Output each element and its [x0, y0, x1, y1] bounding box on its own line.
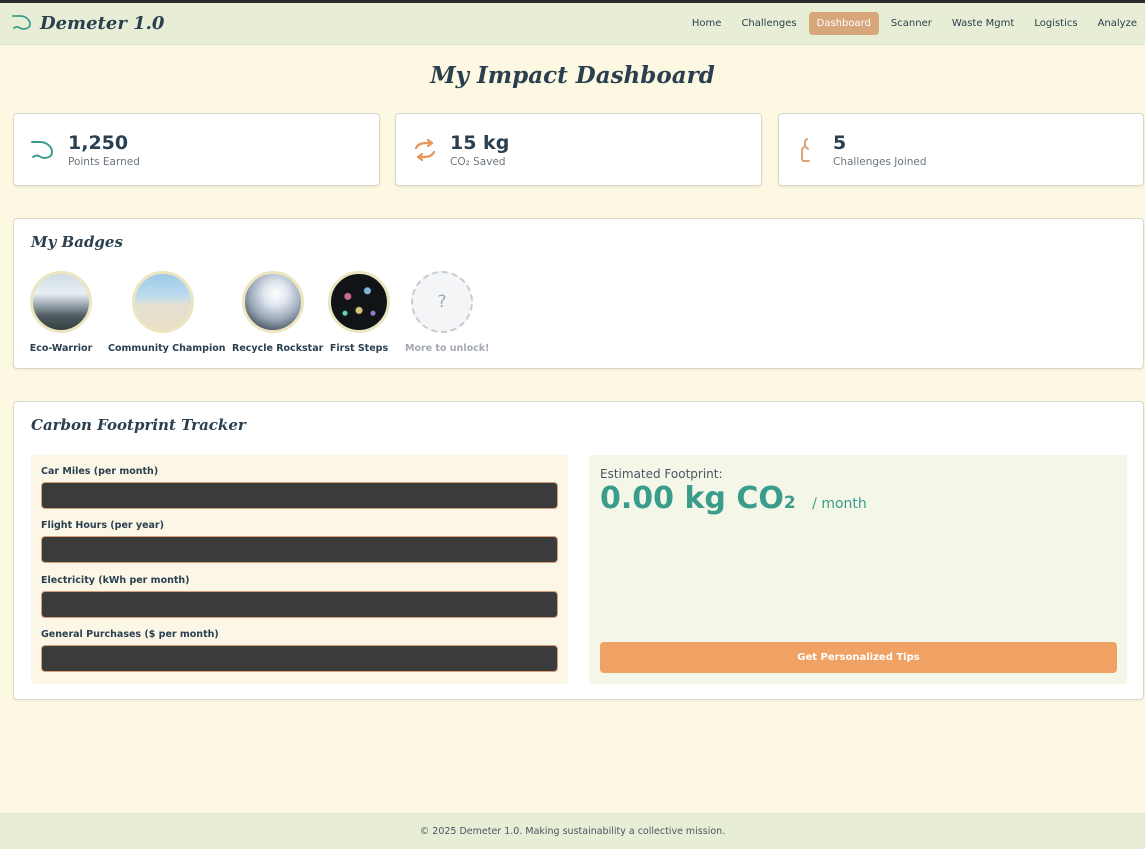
beach-photo	[132, 271, 194, 333]
flight-hours-label: Flight Hours (per year)	[41, 520, 164, 531]
sparkles-photo	[328, 271, 390, 333]
tracker-title: Carbon Footprint Tracker	[31, 416, 246, 434]
badge-label: More to unlock!	[405, 343, 490, 354]
flight-hours-input[interactable]	[41, 536, 558, 563]
badge-community-champion[interactable]: Community Champion	[108, 271, 226, 354]
stat-value: 1,250	[68, 132, 129, 154]
main-nav: Home Challenges Dashboard Scanner Waste …	[680, 12, 1145, 35]
badge-label: Eco-Warrior	[29, 343, 93, 354]
badge-eco-warrior[interactable]: Eco-Warrior	[29, 271, 93, 354]
carbon-tracker-panel: Carbon Footprint Tracker Car Miles (per …	[13, 401, 1144, 700]
stat-value: 5	[833, 132, 847, 154]
footprint-result: Estimated Footprint: 0.00 kg CO2 / month…	[589, 455, 1127, 684]
badge-first-steps[interactable]: First Steps	[327, 271, 391, 354]
badge-label: Community Champion	[108, 343, 226, 354]
footprint-period: / month	[812, 496, 867, 512]
footer: © 2025 Demeter 1.0. Making sustainabilit…	[0, 813, 1145, 849]
hand-icon	[794, 136, 822, 164]
purchases-input[interactable]	[41, 645, 558, 672]
nav-analyze[interactable]: Analyze	[1090, 12, 1145, 35]
footprint-value: 0.00 kg CO2 / month	[600, 481, 867, 516]
stat-card-challenges: 5 Challenges Joined	[778, 113, 1144, 186]
recycle-arrows-icon	[411, 136, 439, 164]
footprint-number: 0.00 kg	[600, 481, 726, 516]
stat-label: Challenges Joined	[833, 156, 927, 168]
badge-label: Recycle Rockstar	[232, 343, 324, 354]
electricity-label: Electricity (kWh per month)	[41, 575, 190, 586]
car-miles-label: Car Miles (per month)	[41, 466, 159, 477]
leaf-logo-icon	[12, 13, 32, 35]
coastline-photo	[30, 271, 92, 333]
badge-recycle-rockstar[interactable]: Recycle Rockstar	[232, 271, 324, 354]
question-mark-icon: ?	[411, 271, 473, 333]
footprint-label: Estimated Footprint:	[600, 467, 723, 481]
badges-title: My Badges	[31, 233, 123, 251]
nav-logistics[interactable]: Logistics	[1026, 12, 1085, 35]
stat-card-co2: 15 kg CO₂ Saved	[395, 113, 762, 186]
nav-scanner[interactable]: Scanner	[883, 12, 940, 35]
nav-home[interactable]: Home	[684, 12, 730, 35]
get-tips-button[interactable]: Get Personalized Tips	[600, 642, 1117, 673]
car-miles-input[interactable]	[41, 482, 558, 509]
stat-label: CO₂ Saved	[450, 156, 506, 168]
nav-challenges[interactable]: Challenges	[733, 12, 804, 35]
stat-label: Points Earned	[68, 156, 140, 168]
electricity-input[interactable]	[41, 591, 558, 618]
leaf-icon	[29, 136, 57, 164]
footprint-unit-subscript: 2	[783, 493, 796, 513]
page-title: My Impact Dashboard	[430, 62, 715, 89]
concert-lights-photo	[242, 271, 304, 333]
badge-label: First Steps	[329, 343, 389, 354]
stat-value: 15 kg	[450, 132, 510, 154]
badges-panel: My Badges Eco-Warrior Community Champion…	[13, 218, 1144, 369]
navbar: Demeter 1.0 Home Challenges Dashboard Sc…	[0, 3, 1145, 45]
tracker-form: Car Miles (per month) Flight Hours (per …	[31, 455, 568, 684]
purchases-label: General Purchases ($ per month)	[41, 629, 219, 640]
stat-card-points: 1,250 Points Earned	[13, 113, 380, 186]
brand[interactable]: Demeter 1.0	[12, 13, 164, 35]
badge-locked: ? More to unlock!	[405, 271, 490, 354]
nav-waste-mgmt[interactable]: Waste Mgmt	[944, 12, 1022, 35]
footprint-unit: CO	[736, 481, 784, 516]
brand-name: Demeter 1.0	[40, 13, 165, 34]
nav-dashboard[interactable]: Dashboard	[808, 12, 879, 35]
